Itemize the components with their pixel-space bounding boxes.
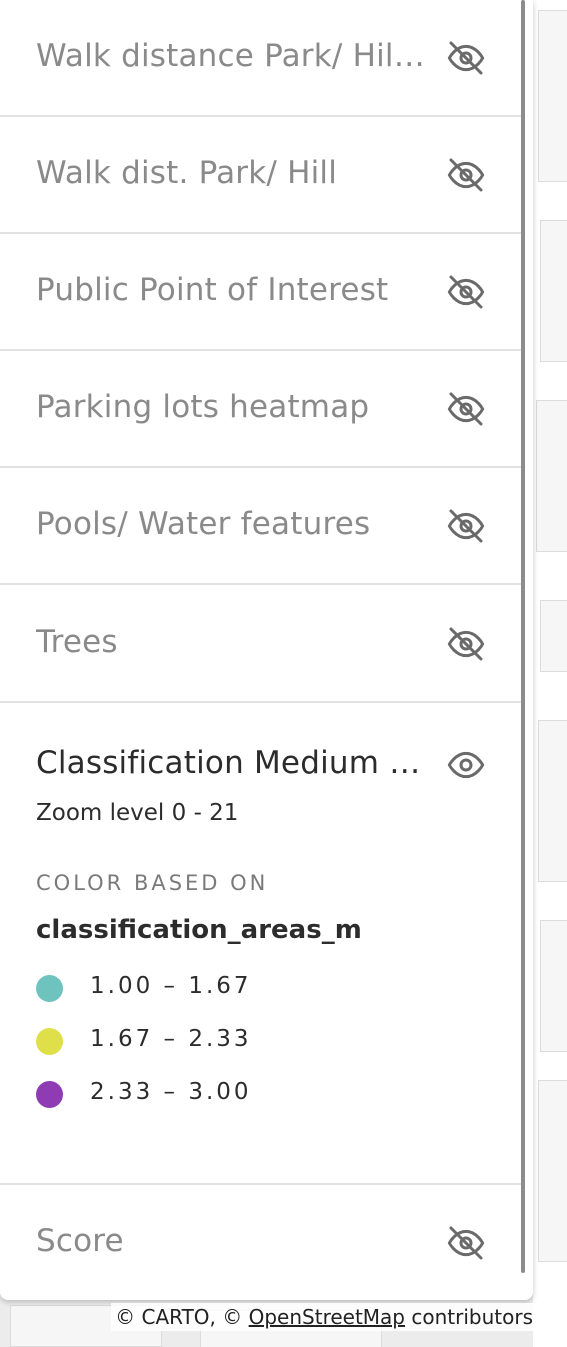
layer-title: Walk distance Park/ Hill … [36, 38, 431, 74]
legend-label: 1.67 – 2.33 [90, 1026, 252, 1052]
layer-title: Parking lots heatmap [36, 389, 370, 425]
eye-off-icon[interactable] [446, 1223, 486, 1263]
legend-field-name: classification_areas_m [36, 915, 362, 945]
color-based-on-label: COLOR BASED ON [36, 871, 269, 895]
layer-title: Trees [36, 624, 118, 660]
legend-label: 1.00 – 1.67 [90, 973, 252, 999]
layer-row-walk-distance[interactable]: Walk distance Park/ Hill … [0, 0, 521, 117]
eye-off-icon[interactable] [446, 38, 486, 78]
legend-label: 2.33 – 3.00 [90, 1079, 252, 1105]
layer-row-trees[interactable]: Trees [0, 586, 521, 703]
layer-title: Public Point of Interest [36, 272, 389, 308]
zoom-level: Zoom level 0 - 21 [36, 800, 239, 826]
attribution-suffix: contributors [405, 1305, 533, 1329]
layer-title: Score [36, 1223, 124, 1259]
eye-icon[interactable] [446, 745, 486, 785]
legend-swatch [36, 975, 63, 1002]
layer-row-classification[interactable]: Classification Medium Ar… Zoom level 0 -… [0, 705, 521, 1185]
attribution-prefix: © CARTO, © [115, 1305, 249, 1329]
eye-off-icon[interactable] [446, 624, 486, 664]
layer-row-walk-dist[interactable]: Walk dist. Park/ Hill [0, 117, 521, 234]
layer-row-public-poi[interactable]: Public Point of Interest [0, 234, 521, 351]
legend-swatch [36, 1028, 63, 1055]
layers-panel: Walk distance Park/ Hill … Walk dist. Pa… [0, 0, 533, 1300]
map-attribution: © CARTO, © OpenStreetMap contributors [111, 1303, 537, 1331]
layer-title: Walk dist. Park/ Hill [36, 155, 338, 191]
layer-row-parking-heatmap[interactable]: Parking lots heatmap [0, 351, 521, 468]
legend-swatch [36, 1081, 63, 1108]
eye-off-icon[interactable] [446, 389, 486, 429]
eye-off-icon[interactable] [446, 272, 486, 312]
layer-title: Pools/ Water features [36, 506, 371, 542]
eye-off-icon[interactable] [446, 506, 486, 546]
layer-row-score[interactable]: Score [0, 1185, 521, 1300]
eye-off-icon[interactable] [446, 155, 486, 195]
openstreetmap-link[interactable]: OpenStreetMap [249, 1305, 405, 1329]
panel-scrollbar[interactable] [521, 0, 525, 1273]
layer-row-pools[interactable]: Pools/ Water features [0, 468, 521, 585]
layer-title: Classification Medium Ar… [36, 745, 431, 781]
